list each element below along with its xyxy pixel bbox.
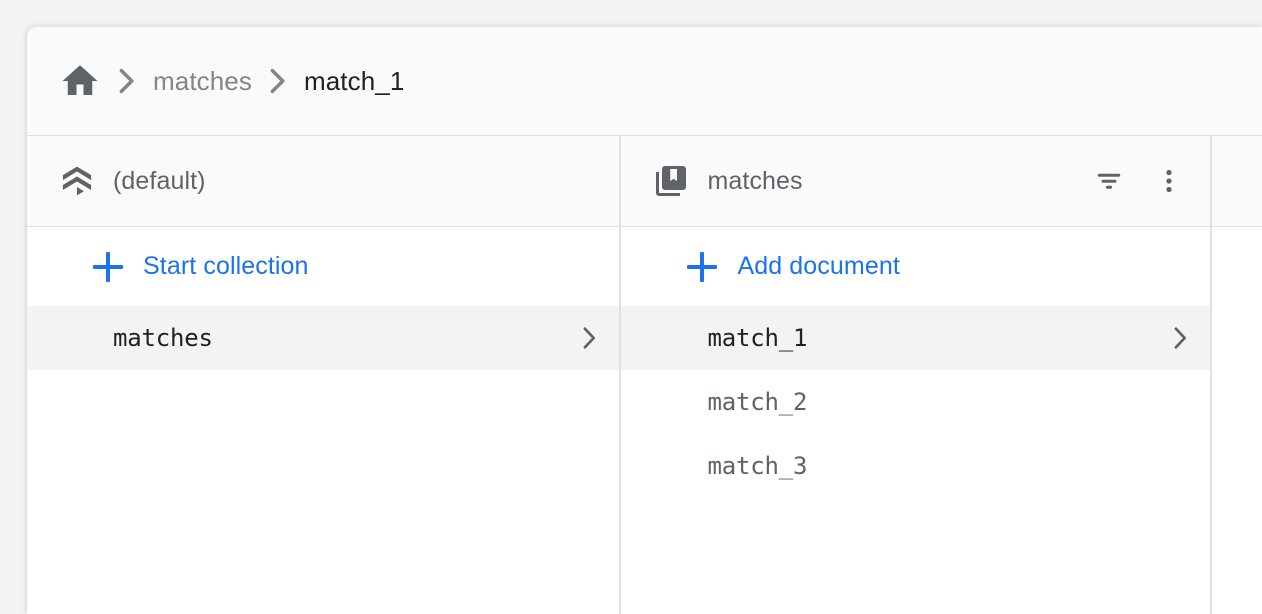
document-id: match_3 [707, 452, 808, 480]
chevron-right-icon [575, 324, 603, 352]
breadcrumb-separator-1 [119, 68, 135, 94]
breadcrumb: matches match_1 [27, 27, 1262, 136]
collection-panel: matches Add document match_1 match_2 mat… [621, 136, 1212, 614]
start-collection-button[interactable]: Start collection [27, 227, 620, 306]
home-icon[interactable] [59, 60, 101, 102]
add-document-label: Add document [737, 252, 900, 280]
breadcrumb-item-matches[interactable]: matches [153, 66, 252, 97]
collection-name: matches [113, 324, 213, 352]
firestore-data-panel: matches match_1 (default) Start collecti… [27, 27, 1262, 614]
firestore-database-icon [59, 163, 95, 199]
database-panel: (default) Start collection matches [27, 136, 622, 614]
collection-panel-actions [1086, 158, 1192, 204]
add-document-button[interactable]: Add document [621, 227, 1210, 306]
database-name: (default) [113, 166, 206, 195]
list-item-match-1[interactable]: match_1 [621, 306, 1210, 370]
database-panel-header: (default) [27, 136, 620, 227]
document-detail-panel [1212, 136, 1262, 614]
plus-icon [687, 251, 718, 282]
list-item-match-2[interactable]: match_2 [621, 370, 1210, 434]
document-id: match_2 [707, 388, 808, 416]
document-id: match_1 [707, 324, 808, 352]
panel-columns: (default) Start collection matches match… [27, 136, 1262, 614]
collection-list: matches [27, 306, 620, 614]
plus-icon [93, 251, 123, 282]
list-item-match-3[interactable]: match_3 [621, 434, 1210, 498]
filter-icon[interactable] [1086, 158, 1132, 204]
more-vert-icon[interactable] [1146, 158, 1192, 204]
document-detail-body [1212, 227, 1262, 614]
start-collection-label: Start collection [143, 252, 309, 280]
chevron-right-icon [1166, 324, 1194, 352]
collection-panel-header: matches [621, 136, 1210, 227]
document-detail-header [1212, 136, 1262, 227]
breadcrumb-separator-2 [270, 68, 286, 94]
document-list: match_1 match_2 match_3 [621, 306, 1210, 614]
list-item-matches[interactable]: matches [27, 306, 620, 370]
collection-title: matches [707, 166, 803, 195]
breadcrumb-item-match-1[interactable]: match_1 [304, 66, 404, 97]
collections-bookmark-icon [653, 163, 689, 199]
